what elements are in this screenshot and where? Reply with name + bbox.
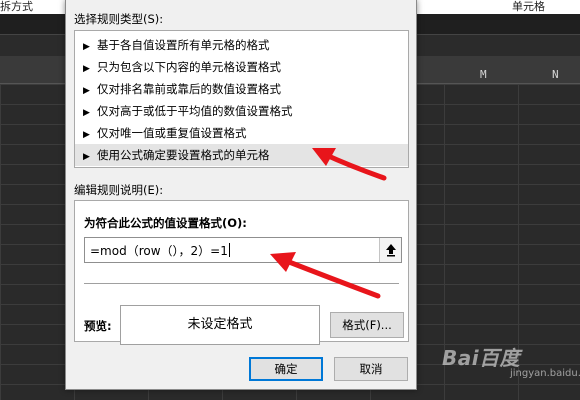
ribbon-label-right: 单元格 (512, 0, 545, 13)
rule-type-item-label: 仅对排名靠前或靠后的数值设置格式 (97, 82, 281, 96)
watermark-url: jingyan.baidu.com (510, 368, 580, 379)
rule-type-label: 选择规则类型(S): (74, 12, 164, 26)
formula-input[interactable]: =mod（row（），2）=1 (84, 237, 402, 263)
right-triangle-icon: ▶ (83, 152, 90, 162)
cancel-button[interactable]: 取消 (334, 357, 408, 381)
rule-type-item-label: 使用公式确定要设置格式的单元格 (97, 148, 270, 162)
formula-value: =mod（row（），2）=1 (90, 244, 228, 258)
rule-type-item-average[interactable]: ▶ 仅对高于或低于平均值的数值设置格式 (75, 100, 408, 122)
rule-type-item-contains[interactable]: ▶ 只为包含以下内容的单元格设置格式 (75, 56, 408, 78)
divider (84, 283, 399, 284)
ok-button[interactable]: 确定 (249, 357, 323, 381)
text-caret (228, 243, 230, 257)
rule-type-item-unique-duplicate[interactable]: ▶ 仅对唯一值或重复值设置格式 (75, 122, 408, 144)
baidu-watermark: Bai百度 jingyan.baidu.com (440, 340, 580, 390)
rule-type-item-label: 仅对唯一值或重复值设置格式 (97, 126, 247, 140)
right-triangle-icon: ▶ (83, 42, 90, 52)
right-triangle-icon: ▶ (83, 64, 90, 74)
rule-type-item-label: 只为包含以下内容的单元格设置格式 (97, 60, 281, 74)
collapse-dialog-button[interactable] (379, 238, 401, 262)
right-triangle-icon: ▶ (83, 86, 90, 96)
watermark-brand: Bai百度 (442, 346, 521, 370)
ribbon-label-left: 拆方式 (0, 0, 33, 13)
preview-label: 预览: (84, 319, 112, 333)
formula-label: 为符合此公式的值设置格式(O): (84, 216, 247, 230)
rule-type-item-label: 基于各自值设置所有单元格的格式 (97, 38, 270, 52)
collapse-up-arrow-icon (385, 244, 396, 257)
right-triangle-icon: ▶ (83, 130, 90, 140)
rule-type-list[interactable]: ▶ 基于各自值设置所有单元格的格式 ▶ 只为包含以下内容的单元格设置格式 ▶ 仅对排名… (74, 30, 409, 168)
rule-description-panel: 为符合此公式的值设置格式(O): =mod（row（），2）=1 预览: 未设定… (74, 200, 409, 345)
rule-type-item-formula[interactable]: ▶ 使用公式确定要设置格式的单元格 (75, 144, 408, 166)
right-triangle-icon: ▶ (83, 108, 90, 118)
column-header-m[interactable]: M (480, 68, 487, 81)
rule-type-item-top-bottom[interactable]: ▶ 仅对排名靠前或靠后的数值设置格式 (75, 78, 408, 100)
column-header-n[interactable]: N (552, 68, 559, 81)
edit-description-label: 编辑规则说明(E): (74, 183, 164, 197)
format-button[interactable]: 格式(F)... (330, 312, 404, 338)
format-preview: 未设定格式 (120, 305, 320, 345)
new-format-rule-dialog: 选择规则类型(S): ▶ 基于各自值设置所有单元格的格式 ▶ 只为包含以下内容的单元… (65, 0, 417, 390)
rule-type-item-label: 仅对高于或低于平均值的数值设置格式 (97, 104, 293, 118)
rule-type-item-all-cells[interactable]: ▶ 基于各自值设置所有单元格的格式 (75, 34, 408, 56)
